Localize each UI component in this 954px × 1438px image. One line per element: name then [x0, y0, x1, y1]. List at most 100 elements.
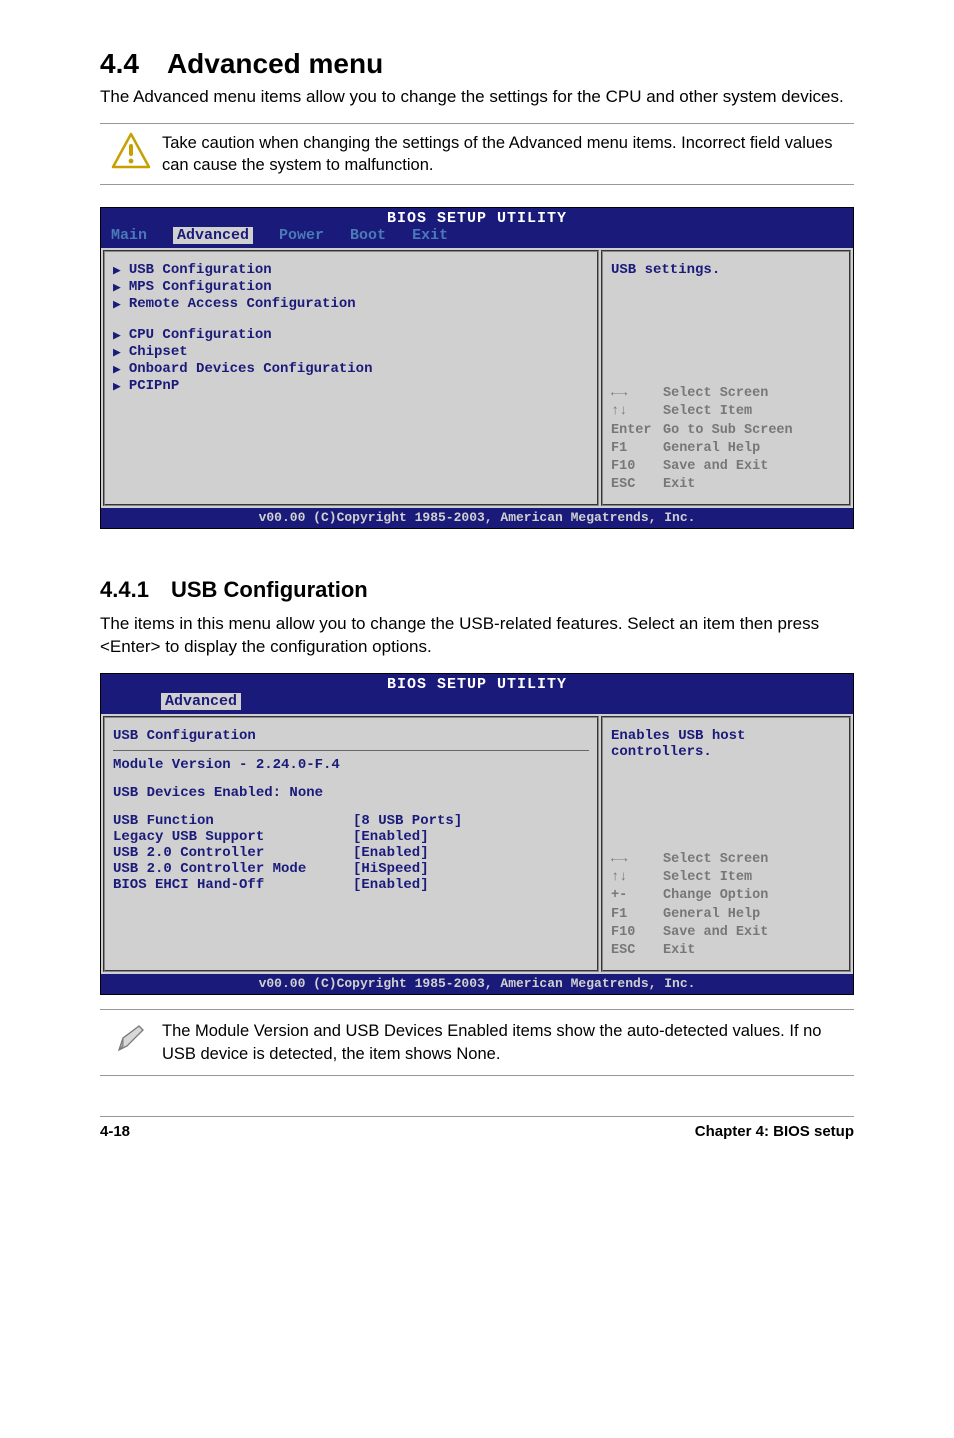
- subsection-number: 4.4.1: [100, 577, 149, 603]
- key: ↑↓: [611, 869, 663, 887]
- setting-value: [Enabled]: [353, 845, 429, 861]
- caution-box: Take caution when changing the settings …: [100, 123, 854, 186]
- submenu-arrow-icon: ▶: [113, 345, 121, 360]
- caution-text: Take caution when changing the settings …: [162, 132, 854, 177]
- menu-item-label: CPU Configuration: [129, 327, 272, 343]
- bios-help-text: Enables USB host controllers.: [611, 728, 841, 760]
- setting-row[interactable]: USB 2.0 Controller[Enabled]: [113, 845, 589, 861]
- subsection-intro: The items in this menu allow you to chan…: [100, 613, 854, 659]
- bios-usb-config: BIOS SETUP UTILITY Advanced USB Configur…: [100, 673, 854, 995]
- setting-label: USB 2.0 Controller Mode: [113, 861, 353, 877]
- key: ↑↓: [611, 403, 663, 421]
- key: F1: [611, 906, 663, 924]
- pane-title: USB Configuration: [113, 728, 589, 744]
- setting-value: [Enabled]: [353, 829, 429, 845]
- bios-copyright: v00.00 (C)Copyright 1985-2003, American …: [101, 508, 853, 528]
- bios-title: BIOS SETUP UTILITY: [101, 208, 853, 227]
- key-desc: Save and Exit: [663, 924, 768, 942]
- note-box: The Module Version and USB Devices Enabl…: [100, 1009, 854, 1076]
- key-desc: Select Screen: [663, 385, 768, 403]
- tab-boot[interactable]: Boot: [350, 227, 386, 244]
- submenu-arrow-icon: ▶: [113, 280, 121, 295]
- caution-icon: [100, 132, 162, 170]
- note-text: The Module Version and USB Devices Enabl…: [162, 1020, 854, 1065]
- menu-item[interactable]: ▶USB Configuration: [113, 262, 589, 278]
- menu-item[interactable]: ▶ Remote Access Configuration: [113, 296, 589, 312]
- submenu-arrow-icon: ▶: [113, 379, 121, 394]
- key: +-: [611, 887, 663, 905]
- key: F1: [611, 440, 663, 458]
- menu-item-label: Remote Access Configuration: [129, 296, 356, 312]
- key: F10: [611, 924, 663, 942]
- menu-item[interactable]: ▶ Onboard Devices Configuration: [113, 361, 589, 377]
- setting-value: [HiSpeed]: [353, 861, 429, 877]
- setting-value: [8 USB Ports]: [353, 813, 462, 829]
- submenu-arrow-icon: ▶: [113, 362, 121, 377]
- section-heading: 4.4 Advanced menu: [100, 48, 854, 80]
- key-desc: Select Screen: [663, 851, 768, 869]
- submenu-arrow-icon: ▶: [113, 297, 121, 312]
- bios-settings-pane: USB Configuration Module Version - 2.24.…: [103, 716, 599, 972]
- key-desc: General Help: [663, 906, 760, 924]
- usb-devices-enabled: USB Devices Enabled: None: [113, 785, 589, 801]
- bios-title: BIOS SETUP UTILITY: [101, 674, 853, 693]
- menu-item-label: USB Configuration: [129, 262, 272, 278]
- menu-item[interactable]: ▶ PCIPnP: [113, 378, 589, 394]
- note-icon: [100, 1020, 162, 1056]
- page-number: 4-18: [100, 1123, 130, 1140]
- bios-tabs: Advanced: [101, 693, 853, 714]
- bios-key-legend: ←→Select Screen ↑↓Select Item EnterGo to…: [611, 385, 841, 494]
- menu-item-label: Onboard Devices Configuration: [129, 361, 373, 377]
- menu-item-label: PCIPnP: [129, 378, 179, 394]
- tab-advanced[interactable]: Advanced: [161, 693, 241, 710]
- setting-row[interactable]: BIOS EHCI Hand-Off[Enabled]: [113, 877, 589, 893]
- bios-copyright: v00.00 (C)Copyright 1985-2003, American …: [101, 974, 853, 994]
- setting-row[interactable]: Legacy USB Support[Enabled]: [113, 829, 589, 845]
- key: ESC: [611, 476, 663, 494]
- menu-item[interactable]: ▶ MPS Configuration: [113, 279, 589, 295]
- tab-power[interactable]: Power: [279, 227, 324, 244]
- setting-label: USB 2.0 Controller: [113, 845, 353, 861]
- key-desc: Exit: [663, 942, 695, 960]
- key: Enter: [611, 422, 663, 440]
- page-footer: 4-18 Chapter 4: BIOS setup: [100, 1116, 854, 1140]
- menu-item-label: MPS Configuration: [129, 279, 272, 295]
- section-title: Advanced menu: [167, 48, 383, 79]
- tab-advanced[interactable]: Advanced: [173, 227, 253, 244]
- menu-item-label: Chipset: [129, 344, 188, 360]
- key: F10: [611, 458, 663, 476]
- key: ESC: [611, 942, 663, 960]
- tab-exit[interactable]: Exit: [412, 227, 448, 244]
- tab-main[interactable]: Main: [111, 227, 147, 244]
- section-number: 4.4: [100, 48, 139, 79]
- bios-menu-list: ▶USB Configuration ▶MPS Configuration ▶R…: [103, 250, 599, 506]
- bios-advanced-menu: BIOS SETUP UTILITY Main Advanced Power B…: [100, 207, 854, 529]
- subsection-heading: 4.4.1 USB Configuration: [100, 577, 854, 603]
- key-desc: Exit: [663, 476, 695, 494]
- submenu-arrow-icon: ▶: [113, 328, 121, 343]
- setting-label: USB Function: [113, 813, 353, 829]
- key: ←→: [611, 851, 663, 869]
- key: ←→: [611, 385, 663, 403]
- key-desc: Go to Sub Screen: [663, 422, 793, 440]
- module-version: Module Version - 2.24.0-F.4: [113, 757, 589, 773]
- bios-key-legend: ←→Select Screen ↑↓Select Item +-Change O…: [611, 851, 841, 960]
- setting-row[interactable]: USB 2.0 Controller Mode[HiSpeed]: [113, 861, 589, 877]
- section-intro: The Advanced menu items allow you to cha…: [100, 86, 854, 109]
- setting-row[interactable]: USB Function[8 USB Ports]: [113, 813, 589, 829]
- key-desc: General Help: [663, 440, 760, 458]
- menu-item[interactable]: ▶ CPU Configuration: [113, 327, 589, 343]
- menu-item[interactable]: ▶ Chipset: [113, 344, 589, 360]
- bios-help-pane: USB settings. ←→Select Screen ↑↓Select I…: [601, 250, 851, 506]
- key-desc: Save and Exit: [663, 458, 768, 476]
- setting-label: BIOS EHCI Hand-Off: [113, 877, 353, 893]
- key-desc: Select Item: [663, 403, 752, 421]
- setting-value: [Enabled]: [353, 877, 429, 893]
- key-desc: Select Item: [663, 869, 752, 887]
- setting-label: Legacy USB Support: [113, 829, 353, 845]
- key-desc: Change Option: [663, 887, 768, 905]
- bios-help-text: USB settings.: [611, 262, 841, 278]
- subsection-title: USB Configuration: [171, 577, 368, 603]
- bios-tabs: Main Advanced Power Boot Exit: [101, 227, 853, 248]
- bios-help-pane: Enables USB host controllers. ←→Select S…: [601, 716, 851, 972]
